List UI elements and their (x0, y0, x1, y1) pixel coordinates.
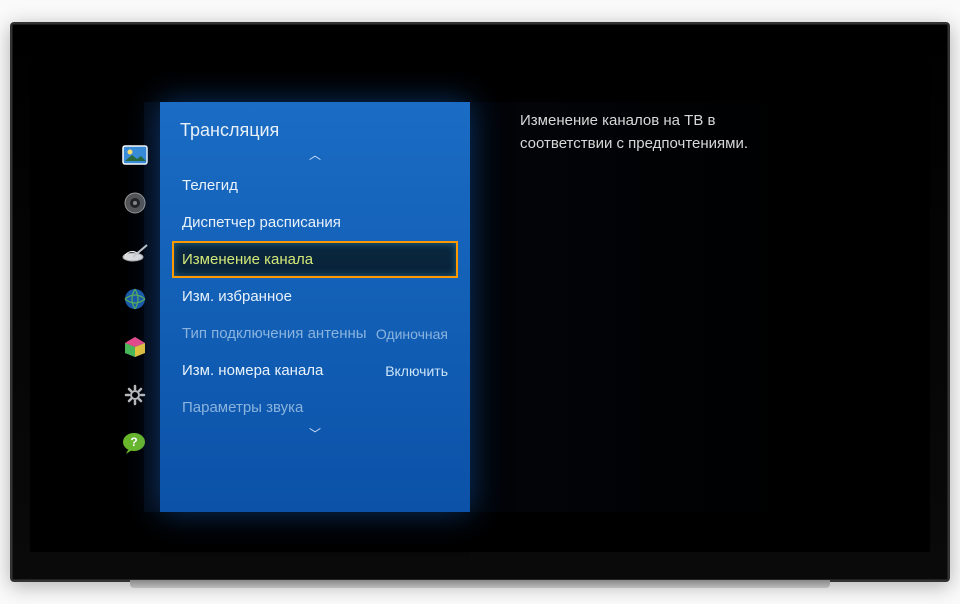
menu-area: ? Трансляция ︿ Телегид Диспетчер расписа… (110, 102, 470, 512)
support-icon[interactable]: ? (120, 430, 150, 456)
menu-item-label: Телегид (182, 177, 238, 194)
menu-item-edit-channel[interactable]: Изменение канала (172, 241, 458, 278)
picture-icon[interactable] (120, 142, 150, 168)
menu-items-list: Телегид Диспетчер расписания Изменение к… (160, 167, 470, 426)
tv-screen: ? Трансляция ︿ Телегид Диспетчер расписа… (30, 42, 930, 552)
menu-item-label: Изм. номера канала (182, 362, 323, 379)
smarthub-icon[interactable] (120, 334, 150, 360)
chevron-up-icon[interactable]: ︿ (160, 147, 470, 167)
panel-title: Трансляция (160, 102, 470, 147)
menu-item-label: Изм. избранное (182, 288, 292, 305)
chevron-down-icon[interactable]: ﹀ (160, 426, 470, 446)
menu-item-channel-numbers[interactable]: Изм. номера канала Включить (172, 352, 458, 389)
svg-text:?: ? (130, 435, 137, 449)
menu-item-label: Изменение канала (182, 251, 313, 268)
menu-item-edit-favorites[interactable]: Изм. избранное (172, 278, 458, 315)
menu-item-value: Включить (385, 363, 448, 379)
description-text: Изменение каналов на ТВ в соответствии с… (520, 110, 760, 155)
menu-item-schedule[interactable]: Диспетчер расписания (172, 204, 458, 241)
menu-item-label: Диспетчер расписания (182, 214, 341, 231)
sidebar: ? (110, 102, 160, 512)
menu-item-antenna-type: Тип подключения антенны Одиночная (172, 315, 458, 352)
menu-item-label: Тип подключения антенны (182, 325, 367, 342)
broadcast-icon[interactable] (120, 238, 150, 264)
settings-panel: Трансляция ︿ Телегид Диспетчер расписани… (160, 102, 470, 512)
menu-item-value: Одиночная (376, 326, 448, 342)
sound-icon[interactable] (120, 190, 150, 216)
menu-item-label: Параметры звука (182, 399, 303, 416)
network-icon[interactable] (120, 286, 150, 312)
system-icon[interactable] (120, 382, 150, 408)
tv-frame: ? Трансляция ︿ Телегид Диспетчер расписа… (10, 22, 950, 582)
menu-item-sound-params: Параметры звука (172, 389, 458, 426)
menu-item-teleguide[interactable]: Телегид (172, 167, 458, 204)
